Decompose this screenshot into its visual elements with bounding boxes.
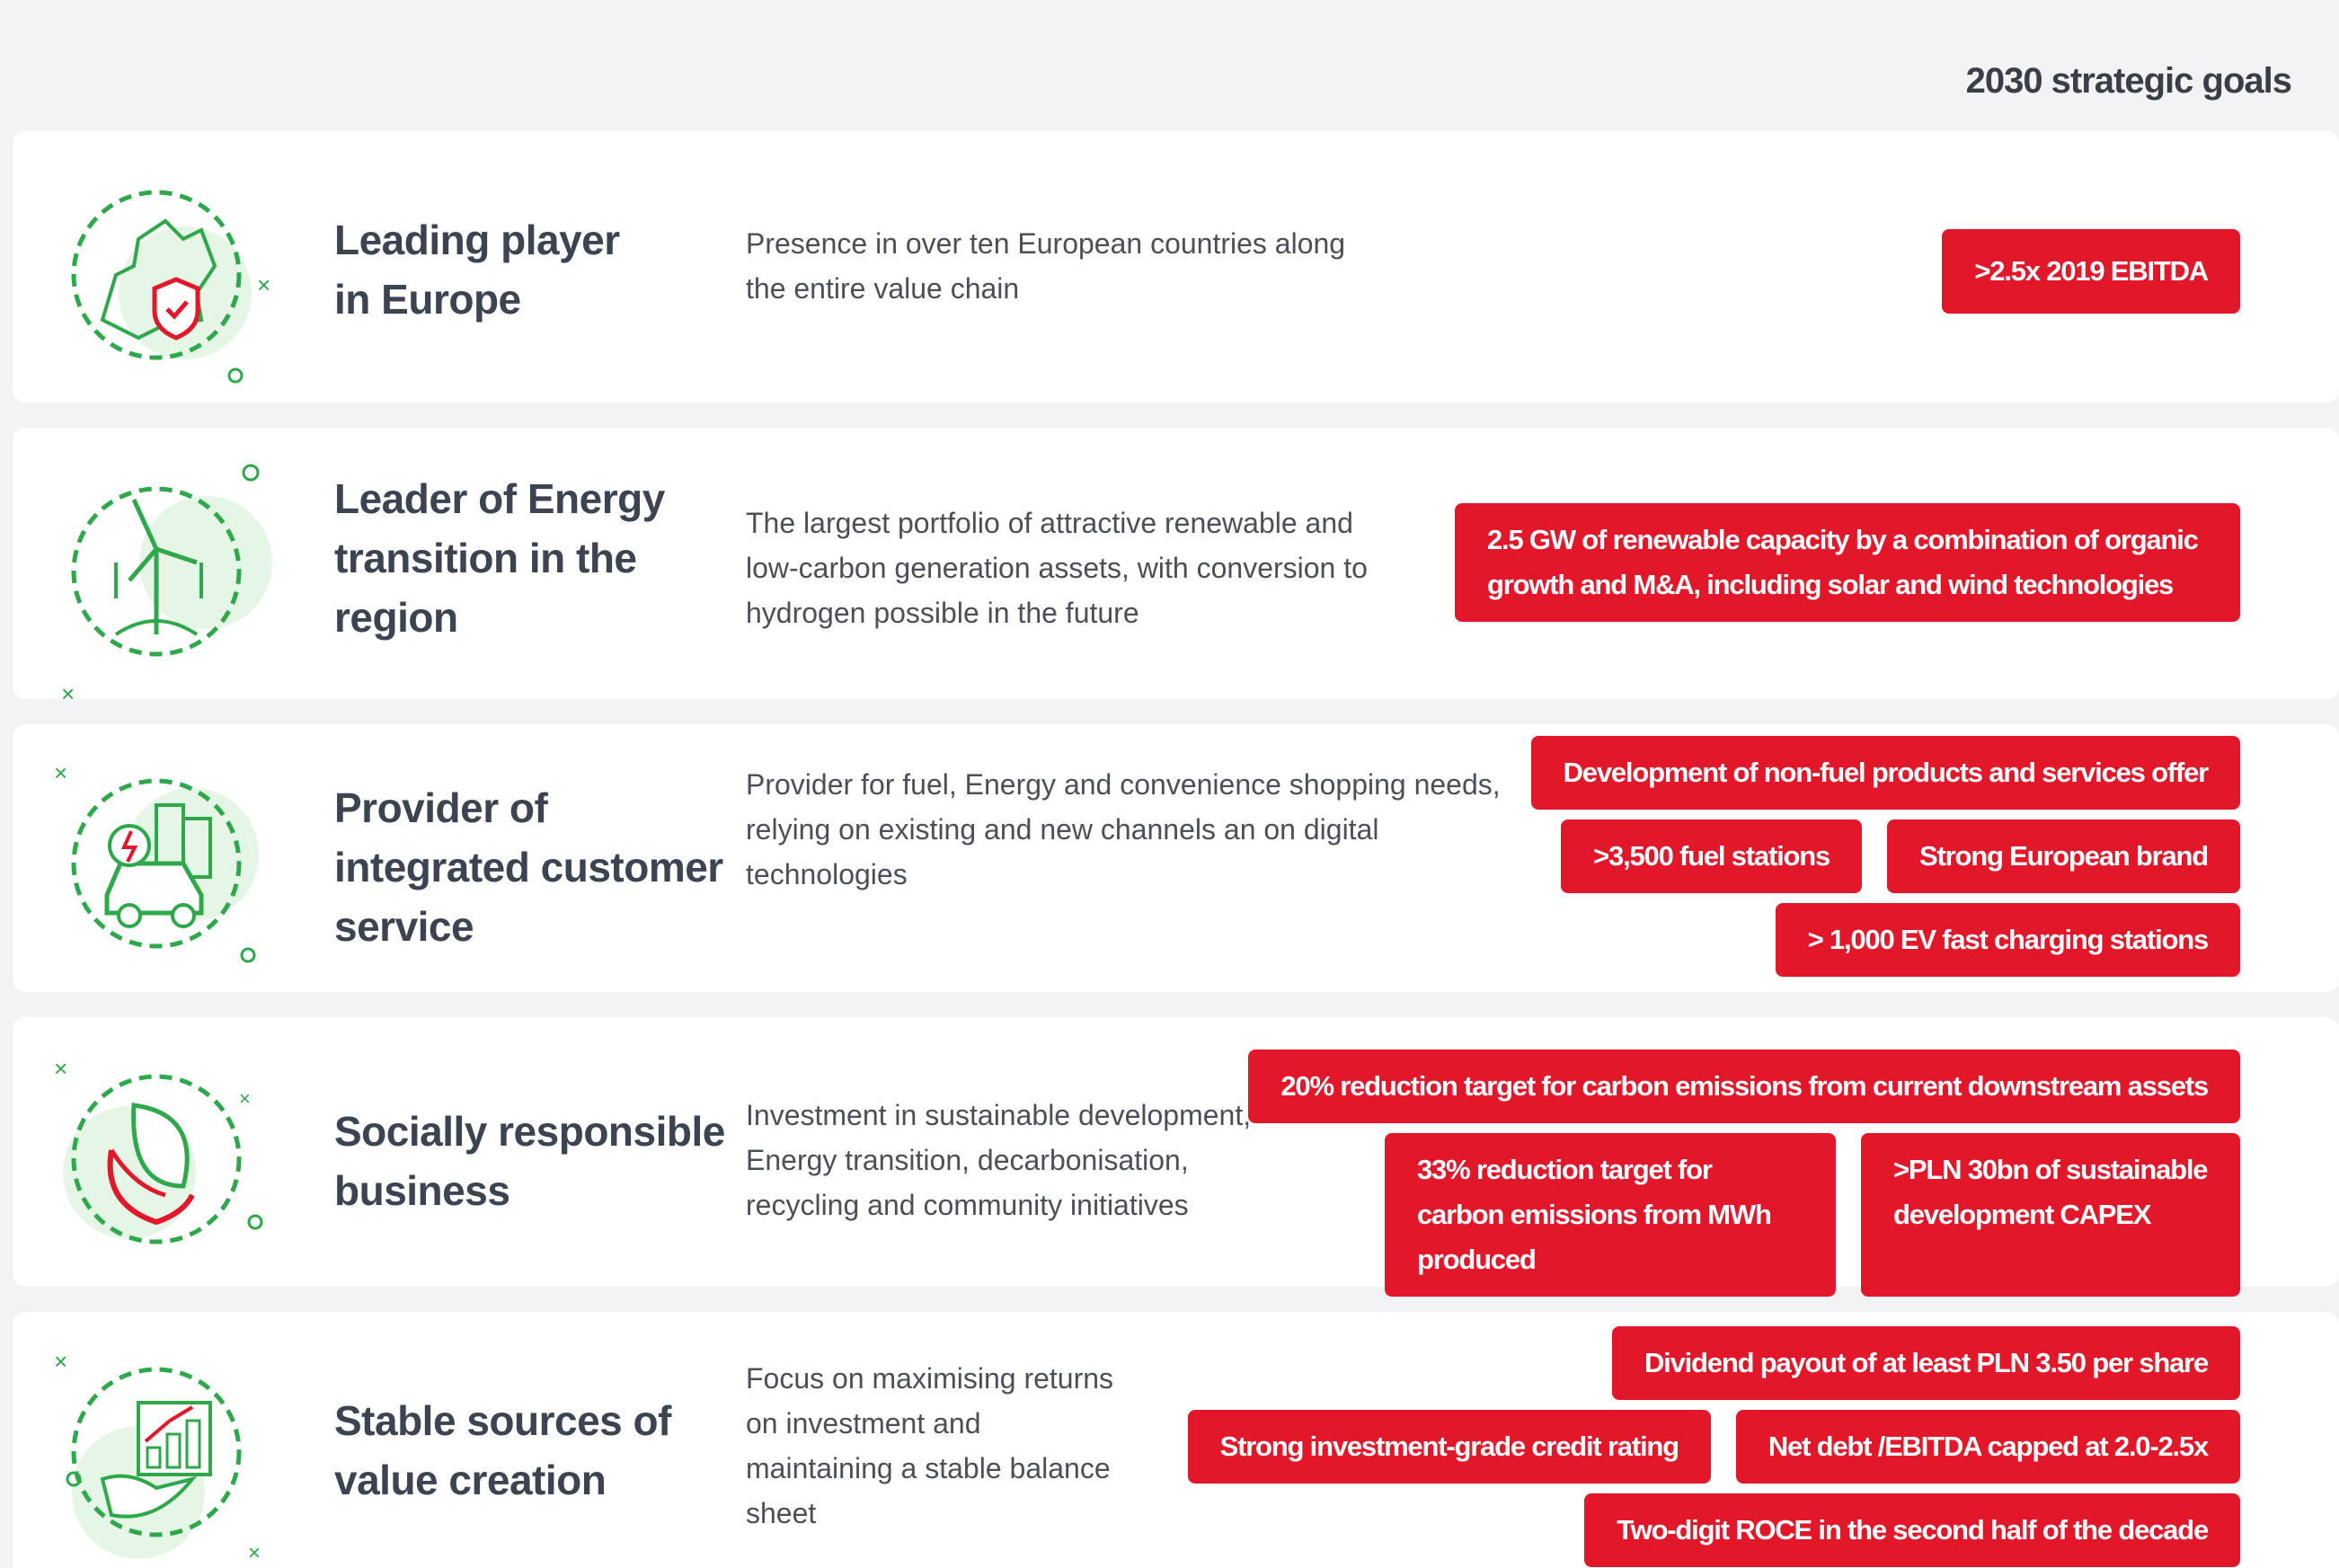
goal-badges: >2.5x 2019 EBITDA xyxy=(1942,229,2240,314)
goal-badge: 33% reduction target for carbon emission… xyxy=(1385,1133,1836,1297)
leaf-hand-icon: × × xyxy=(49,1051,264,1267)
svg-text:×: × xyxy=(239,1087,251,1110)
goal-title: Leader of Energy transition in the regio… xyxy=(334,475,665,641)
goal-badges: Dividend payout of at least PLN 3.50 per… xyxy=(1187,1326,2240,1567)
goal-card-energy-transition: × Leader of Energy transition in the reg… xyxy=(13,428,2339,707)
goal-card-europe: × Leading player in Europe Presence in o… xyxy=(13,131,2339,403)
goal-badge: Development of non-fuel products and ser… xyxy=(1530,736,2240,810)
goal-badge: 20% reduction target for carbon emission… xyxy=(1248,1050,2240,1123)
goal-description: Provider for fuel, Energy and convenienc… xyxy=(746,768,1501,890)
svg-text:×: × xyxy=(54,1055,67,1082)
goal-badge: >3,500 fuel stations xyxy=(1561,819,1863,893)
goal-badge: >PLN 30bn of sustainable development CAP… xyxy=(1861,1133,2240,1297)
goal-badge: Net debt /EBITDA capped at 2.0-2.5x xyxy=(1735,1410,2240,1484)
goal-badge: Two-digit ROCE in the second half of the… xyxy=(1584,1493,2240,1567)
goal-title: Socially responsible business xyxy=(334,1108,725,1214)
svg-text:×: × xyxy=(61,680,75,707)
electric-car-city-icon: × xyxy=(49,756,264,971)
goal-badges: 2.5 GW of renewable capacity by a combin… xyxy=(1455,503,2240,622)
goal-title: Provider of integrated customer service xyxy=(334,784,723,950)
goal-badge: 2.5 GW of renewable capacity by a combin… xyxy=(1455,503,2240,622)
svg-text:×: × xyxy=(54,759,67,786)
goal-card-value-creation: × × Stable sources of value creation Foc… xyxy=(13,1312,2339,1568)
wind-turbine-icon: × xyxy=(49,464,272,707)
page-title: 2030 strategic goals xyxy=(1965,61,2292,101)
growth-chart-hand-icon: × × xyxy=(49,1344,264,1565)
goal-description: Focus on maximising returns on investmen… xyxy=(746,1362,1114,1529)
goal-card-socially-responsible: × × Socially responsible business Invest… xyxy=(13,1017,2339,1297)
goal-title: Stable sources of value creation xyxy=(334,1397,671,1503)
goal-card-customer-service: × Provider of integrated customer servic… xyxy=(13,724,2339,992)
europe-map-shield-icon: × xyxy=(49,167,270,384)
goal-description: The largest portfolio of attractive rene… xyxy=(746,507,1368,629)
goal-badge: Dividend payout of at least PLN 3.50 per… xyxy=(1612,1326,2240,1400)
goal-description: Presence in over ten European countries … xyxy=(746,227,1346,305)
svg-text:×: × xyxy=(54,1348,67,1375)
goal-badges: Development of non-fuel products and ser… xyxy=(1530,736,2240,977)
goal-badge: Strong European brand xyxy=(1887,819,2240,893)
goal-title: Leading player in Europe xyxy=(334,217,620,323)
goal-badge: Strong investment-grade credit rating xyxy=(1187,1410,1711,1484)
goal-badges: 20% reduction target for carbon emission… xyxy=(1248,1050,2240,1297)
goal-badge: >2.5x 2019 EBITDA xyxy=(1942,229,2240,314)
svg-text:×: × xyxy=(257,271,270,298)
goal-badge: > 1,000 EV fast charging stations xyxy=(1775,903,2240,977)
goal-description: Investment in sustainable development, E… xyxy=(746,1099,1252,1221)
svg-text:×: × xyxy=(248,1541,261,1565)
